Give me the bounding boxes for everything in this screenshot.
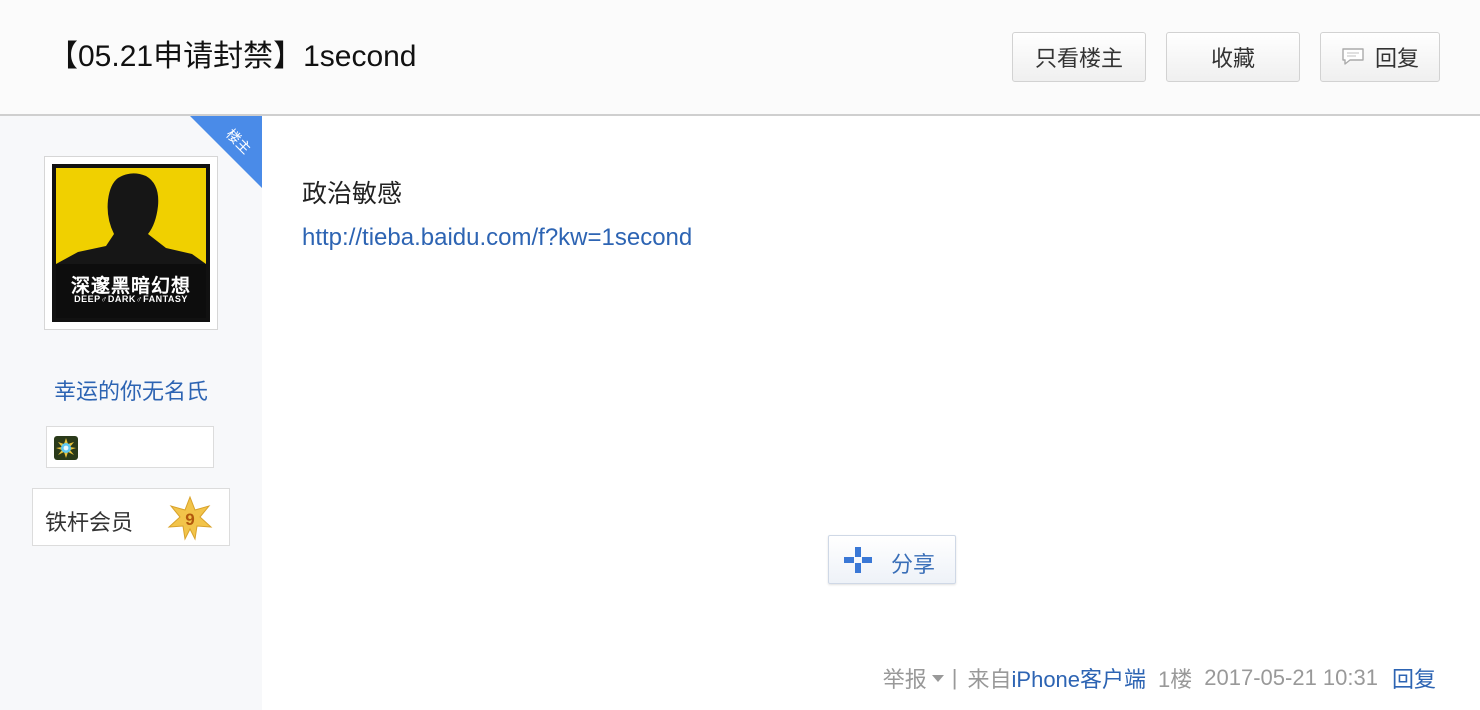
plus-icon xyxy=(844,547,872,573)
share-button[interactable]: 分享 xyxy=(828,535,956,584)
favorite-button[interactable]: 收藏 xyxy=(1166,32,1300,82)
member-level[interactable]: 铁杆会员 9 xyxy=(32,488,230,546)
thread-title: 【05.21申请封禁】1second xyxy=(48,40,417,73)
thread-header: 【05.21申请封禁】1second 只看楼主 收藏 回复 xyxy=(0,0,1480,116)
post-timestamp: 2017-05-21 10:31 xyxy=(1204,665,1378,690)
footer-from-prefix: 来自 xyxy=(967,667,1012,692)
share-label: 分享 xyxy=(891,552,936,577)
post-text: 政治敏感 xyxy=(302,180,403,208)
avatar: 深邃黑暗幻想 DEEP♂DARK♂FANTASY xyxy=(52,164,210,322)
badge-box xyxy=(46,426,214,468)
speech-bubble-icon xyxy=(1342,48,1364,65)
member-level-label: 铁杆会员 xyxy=(45,510,134,535)
gem-icon[interactable] xyxy=(53,435,79,461)
op-corner-badge: 楼主 xyxy=(190,116,262,188)
star-badge-icon: 9 xyxy=(167,495,213,541)
reply-button[interactable]: 回复 xyxy=(1320,32,1440,82)
level-number: 9 xyxy=(185,510,194,529)
author-username[interactable]: 幸运的你无名氏 xyxy=(0,374,262,406)
post-link[interactable]: http://tieba.baidu.com/f?kw=1second xyxy=(302,224,692,252)
avatar-text-en: DEEP♂DARK♂FANTASY xyxy=(74,294,188,304)
footer-reply-link[interactable]: 回复 xyxy=(1392,662,1436,694)
report-dropdown-icon[interactable] xyxy=(931,674,944,682)
floor-number: 1楼 xyxy=(1158,667,1193,692)
avatar-image: 深邃黑暗幻想 DEEP♂DARK♂FANTASY xyxy=(56,168,206,318)
reply-button-label: 回复 xyxy=(1374,46,1419,71)
device-link[interactable]: iPhone客户端 xyxy=(1012,662,1147,694)
report-link[interactable]: 举报 xyxy=(883,662,927,694)
author-sidebar: 深邃黑暗幻想 DEEP♂DARK♂FANTASY 幸运的你无名氏 铁杆会员 9 xyxy=(0,116,262,710)
post-footer: 举报 | 来自 iPhone客户端 1楼 2017-05-21 10:31 回复 xyxy=(883,662,1436,694)
footer-separator: | xyxy=(951,665,958,690)
only-op-button[interactable]: 只看楼主 xyxy=(1012,32,1146,82)
